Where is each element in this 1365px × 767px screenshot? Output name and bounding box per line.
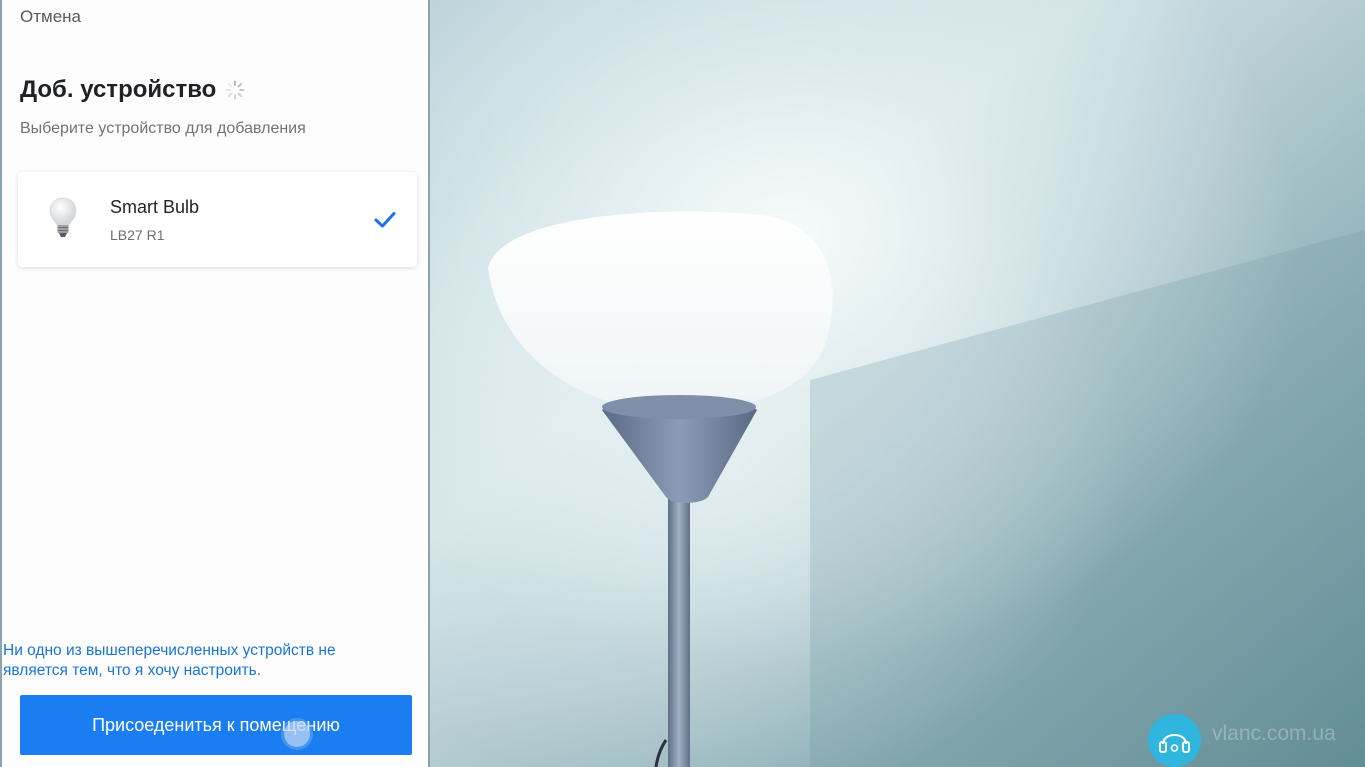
device-not-listed-link[interactable]: Ни одно из вышеперечисленных устройств н…	[3, 641, 403, 681]
add-device-panel: Отмена Доб. устройство Выберите устройст…	[0, 0, 430, 767]
light-bulb-icon	[49, 197, 77, 237]
page-title: Доб. устройство	[20, 76, 217, 103]
cancel-button[interactable]: Отмена	[20, 7, 81, 27]
device-model: LB27 R1	[110, 227, 165, 243]
device-name: Smart Bulb	[110, 197, 200, 217]
title-row: Доб. устройство	[20, 76, 245, 104]
headset-icon	[1148, 714, 1201, 767]
page-subtitle: Выберите устройство для добавления	[20, 120, 306, 137]
screen: Отмена Доб. устройство Выберите устройст…	[0, 0, 1365, 767]
loading-spinner-icon	[225, 80, 245, 100]
join-room-button[interactable]: Присоеденитья к помещению	[20, 695, 412, 755]
lamp-photo	[430, 0, 1365, 767]
device-item-smart-bulb[interactable]: Smart Bulb LB27 R1	[18, 172, 417, 267]
touch-indicator	[284, 721, 310, 747]
watermark-text: vlanc.com.ua	[1212, 722, 1336, 745]
checkmark-icon	[374, 212, 396, 228]
